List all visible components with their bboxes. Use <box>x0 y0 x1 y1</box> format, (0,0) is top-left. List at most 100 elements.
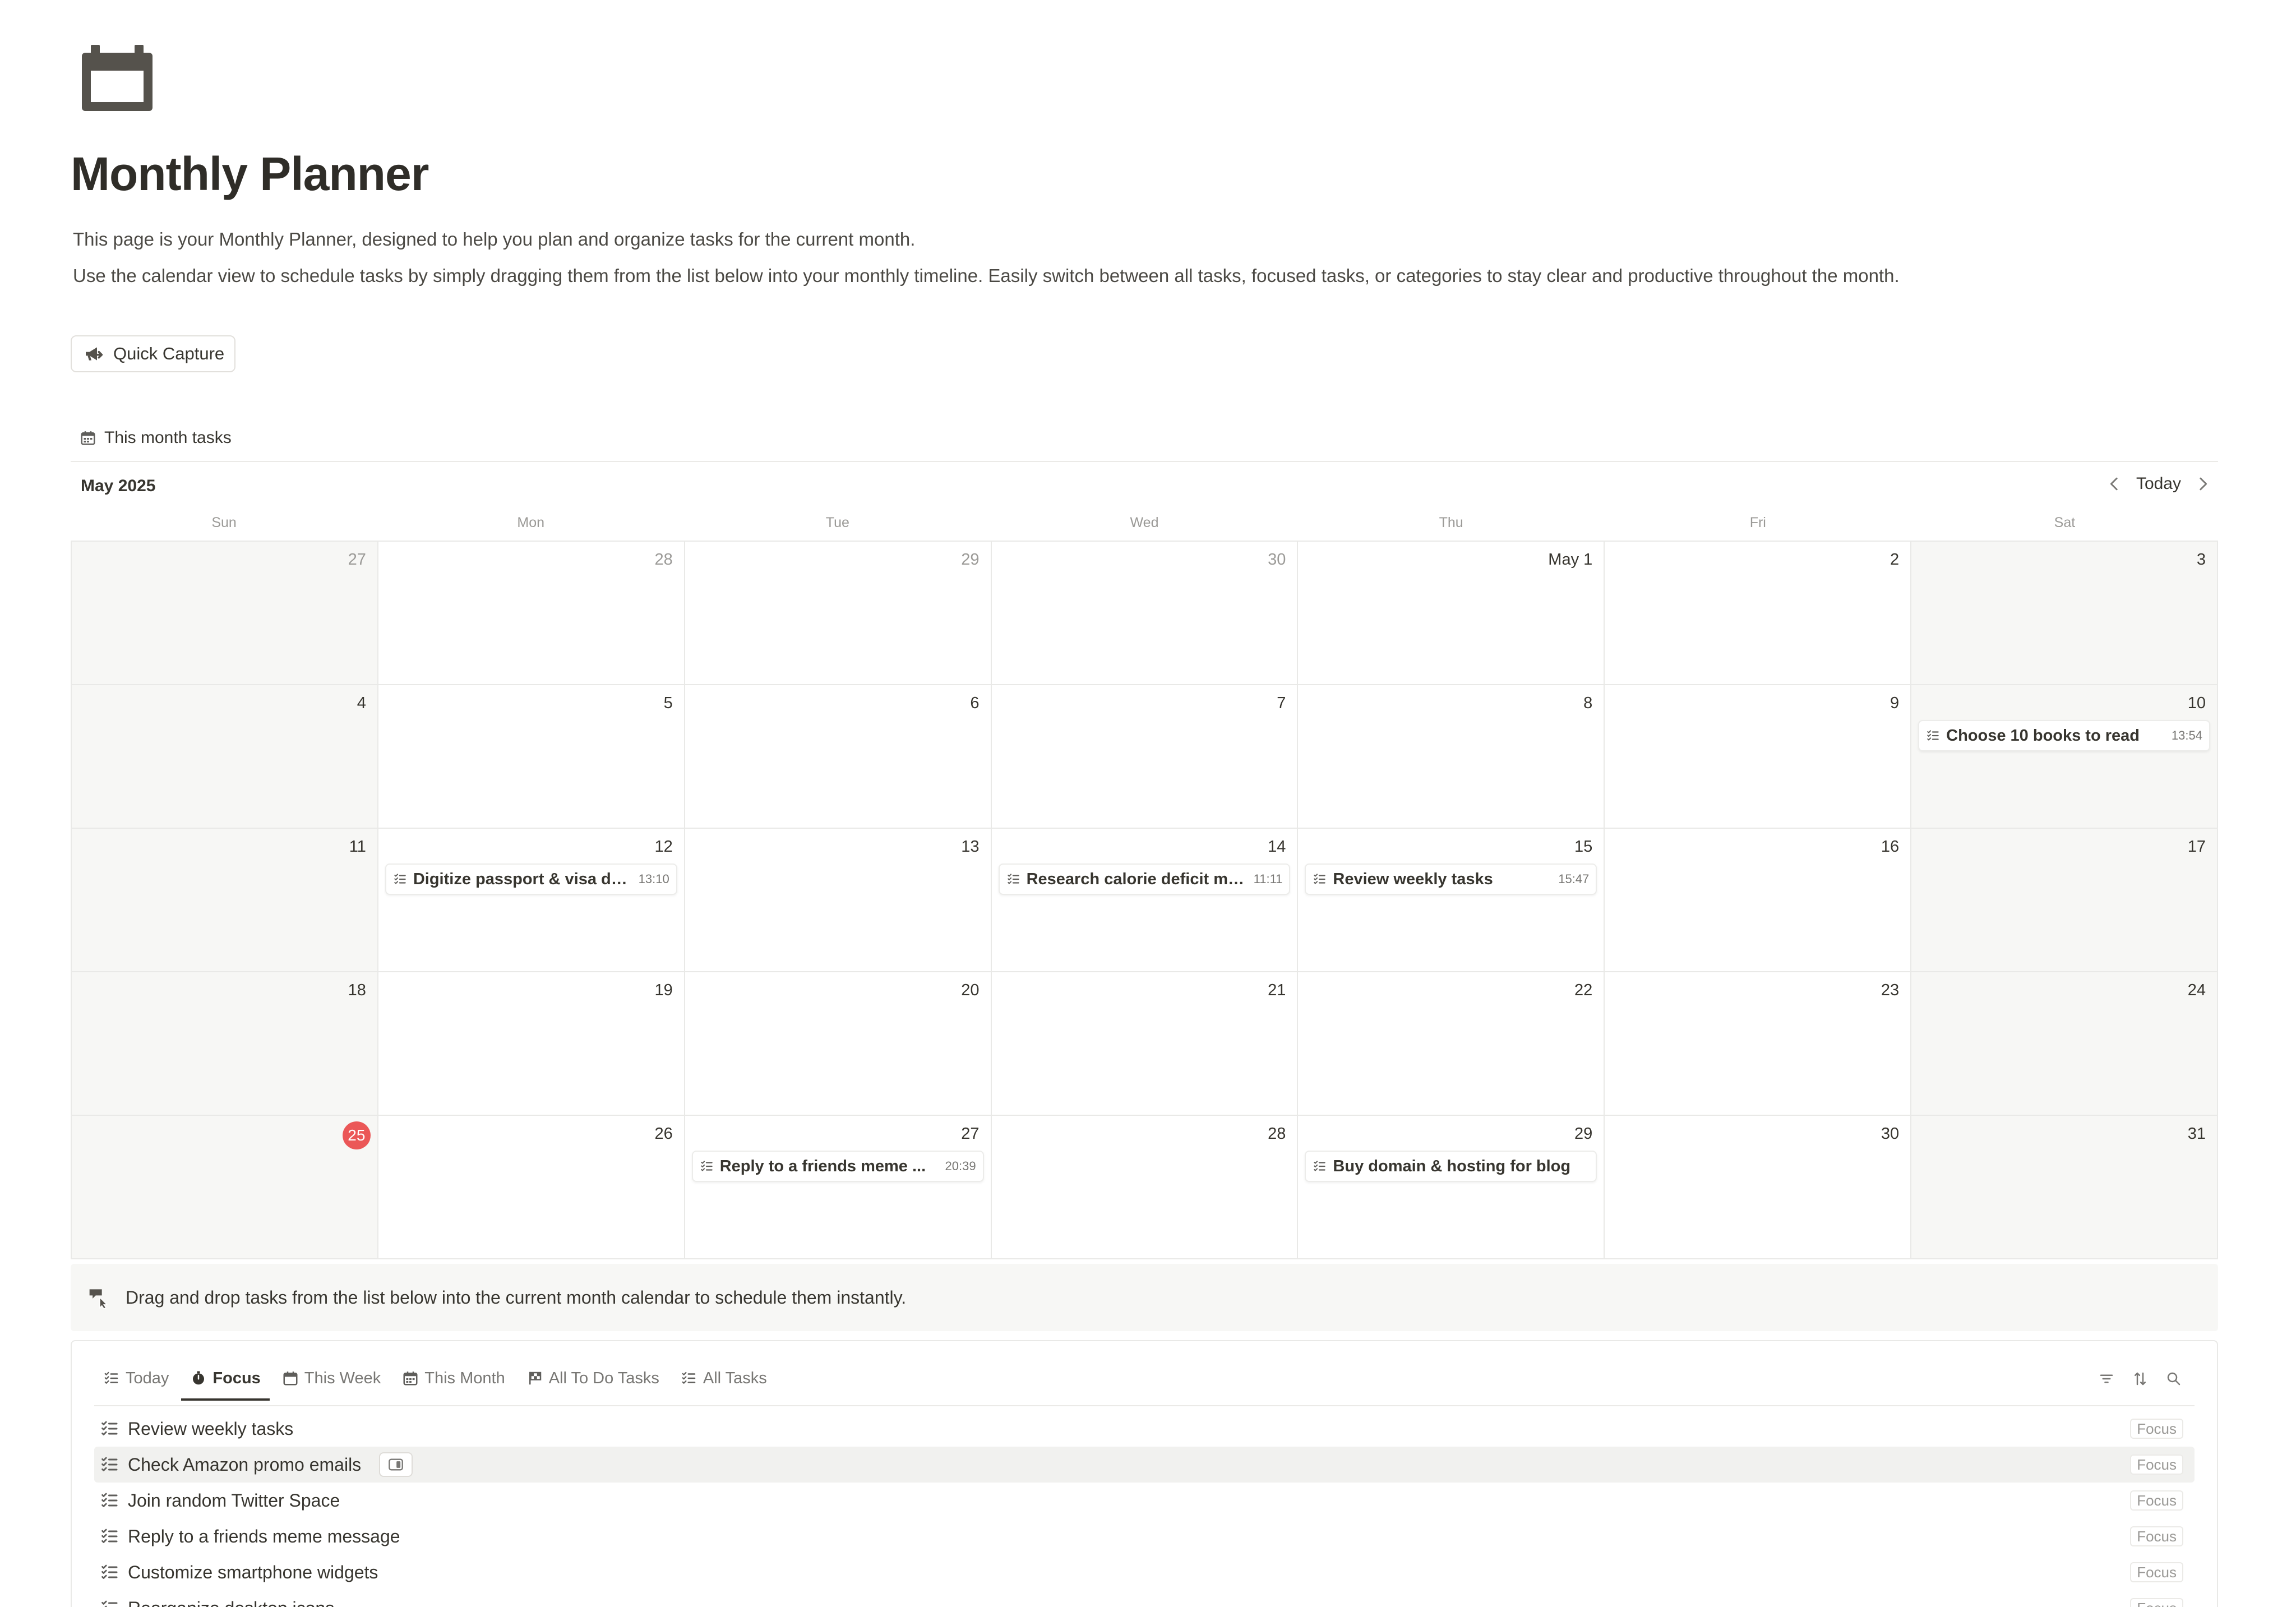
day-cell[interactable]: 25 <box>72 1116 378 1259</box>
list-item[interactable]: Check Amazon promo emails Focus <box>94 1447 2195 1483</box>
list-item[interactable]: Reorganize desktop icons Focus <box>94 1590 2195 1607</box>
tab-today[interactable]: Today <box>101 1360 171 1396</box>
divider <box>94 1405 2195 1406</box>
day-cell[interactable]: 22 <box>1298 972 1605 1116</box>
day-number: 28 <box>1268 1125 1286 1143</box>
day-cell[interactable]: 16 <box>1605 829 1912 972</box>
filter-icon[interactable] <box>2098 1370 2115 1387</box>
day-cell[interactable]: 6 <box>685 685 992 829</box>
tab-label: This Month <box>424 1369 505 1387</box>
tab-all-to-do-tasks[interactable]: All To Do Tasks <box>524 1360 662 1396</box>
weekday-header: Sun Mon Tue Wed Thu Fri Sat <box>71 515 2218 537</box>
day-cell[interactable]: 19 <box>378 972 685 1116</box>
day-cell[interactable]: 29 Buy domain & hosting for blog <box>1298 1116 1605 1259</box>
calendar-event[interactable]: Buy domain & hosting for blog <box>1305 1151 1597 1182</box>
list-item[interactable]: Reply to a friends meme message Focus <box>94 1518 2195 1554</box>
event-time: 13:10 <box>638 872 669 886</box>
checklist-icon <box>100 1419 120 1439</box>
task-title: Customize smartphone widgets <box>128 1562 378 1582</box>
day-cell[interactable]: 4 <box>72 685 378 829</box>
tab-this-month[interactable]: This Month <box>400 1360 507 1396</box>
day-cell[interactable]: 2 <box>1605 542 1912 685</box>
day-number: 24 <box>2187 981 2206 999</box>
day-number: 10 <box>2187 694 2206 712</box>
day-cell[interactable]: 31 <box>1911 1116 2218 1259</box>
day-cell[interactable]: 20 <box>685 972 992 1116</box>
day-number: 3 <box>2196 551 2206 569</box>
day-cell[interactable]: 27 Reply to a friends meme ... 20:39 <box>685 1116 992 1259</box>
day-cell[interactable]: 29 <box>685 542 992 685</box>
calendar-view-tab[interactable]: This month tasks <box>80 428 232 447</box>
list-item[interactable]: Join random Twitter Space Focus <box>94 1483 2195 1518</box>
day-cell[interactable]: 13 <box>685 829 992 972</box>
status-badge: Focus <box>2130 1454 2183 1475</box>
day-cell[interactable]: 30 <box>991 542 1299 685</box>
checklist-icon <box>700 1159 714 1174</box>
day-number: 4 <box>357 694 366 712</box>
day-number: 29 <box>961 551 980 569</box>
day-cell[interactable]: 18 <box>72 972 378 1116</box>
day-cell[interactable]: 27 <box>72 542 378 685</box>
tab-focus[interactable]: Focus <box>181 1360 270 1401</box>
calendar-icon[interactable] <box>81 45 154 112</box>
day-cell[interactable]: 11 <box>72 829 378 972</box>
calendar-event[interactable]: Reply to a friends meme ... 20:39 <box>691 1151 984 1182</box>
event-time: 13:54 <box>2171 728 2202 742</box>
day-cell[interactable]: 9 <box>1605 685 1912 829</box>
checklist-icon <box>1313 872 1327 886</box>
calendar-event[interactable]: Review weekly tasks 15:47 <box>1305 863 1597 895</box>
day-cell[interactable]: 21 <box>991 972 1299 1116</box>
day-cell[interactable]: 14 Research calorie deficit me... 11:11 <box>991 829 1299 972</box>
divider <box>71 461 2218 462</box>
day-cell[interactable]: 17 <box>1911 829 2218 972</box>
day-cell[interactable]: 24 <box>1911 972 2218 1116</box>
task-rows: Review weekly tasks Focus Check Amazon pro… <box>94 1411 2195 1607</box>
day-cell[interactable]: 30 <box>1605 1116 1912 1259</box>
day-number: 15 <box>1574 838 1593 856</box>
day-cell[interactable]: 7 <box>991 685 1299 829</box>
tab-this-week[interactable]: This Week <box>280 1360 383 1396</box>
day-cell[interactable]: 5 <box>378 685 685 829</box>
day-number: 13 <box>961 838 980 856</box>
checklist-icon <box>681 1370 697 1387</box>
calendar-grid-icon <box>80 430 96 446</box>
today-button[interactable]: Today <box>2136 474 2181 493</box>
status-badge: Focus <box>2130 1526 2183 1546</box>
chevron-left-icon[interactable] <box>2105 474 2124 493</box>
calendar-navigation: Today <box>2105 474 2212 493</box>
day-cell[interactable]: May 1 <box>1298 542 1605 685</box>
event-title: Choose 10 books to read <box>1946 726 2140 745</box>
open-in-side-peek-button[interactable] <box>379 1452 413 1477</box>
event-title: Digitize passport & visa do... <box>413 870 630 888</box>
task-title: Reply to a friends meme message <box>128 1526 400 1546</box>
day-cell[interactable]: 15 Review weekly tasks 15:47 <box>1298 829 1605 972</box>
calendar-event[interactable]: Choose 10 books to read 13:54 <box>1918 720 2210 751</box>
tab-all-tasks[interactable]: All Tasks <box>678 1360 769 1396</box>
day-number: 30 <box>1268 551 1286 569</box>
day-cell[interactable]: 26 <box>378 1116 685 1259</box>
list-item[interactable]: Review weekly tasks Focus <box>94 1411 2195 1447</box>
calendar-event[interactable]: Research calorie deficit me... 11:11 <box>998 863 1291 895</box>
day-number: 17 <box>2187 838 2206 856</box>
quick-capture-button[interactable]: Quick Capture <box>71 335 235 372</box>
today-date-badge: 25 <box>342 1121 371 1149</box>
day-number: 12 <box>654 838 673 856</box>
day-cell[interactable]: 10 Choose 10 books to read 13:54 <box>1911 685 2218 829</box>
checklist-icon <box>1313 1159 1327 1174</box>
calendar-event[interactable]: Digitize passport & visa do... 13:10 <box>385 863 677 895</box>
sort-icon[interactable] <box>2132 1370 2149 1387</box>
day-cell[interactable]: 3 <box>1911 542 2218 685</box>
day-cell[interactable]: 23 <box>1605 972 1912 1116</box>
day-cell[interactable]: 28 <box>378 542 685 685</box>
weekday-mon: Mon <box>517 515 545 530</box>
day-number: 30 <box>1881 1125 1900 1143</box>
list-item[interactable]: Customize smartphone widgets Focus <box>94 1554 2195 1590</box>
tab-label: All To Do Tasks <box>548 1369 659 1387</box>
day-cell[interactable]: 8 <box>1298 685 1605 829</box>
day-cell[interactable]: 28 <box>991 1116 1299 1259</box>
event-title: Reply to a friends meme ... <box>719 1157 926 1175</box>
search-icon[interactable] <box>2165 1370 2182 1387</box>
day-cell[interactable]: 12 Digitize passport & visa do... 13:10 <box>378 829 685 972</box>
chevron-right-icon[interactable] <box>2193 474 2212 493</box>
day-number: 6 <box>970 694 980 712</box>
